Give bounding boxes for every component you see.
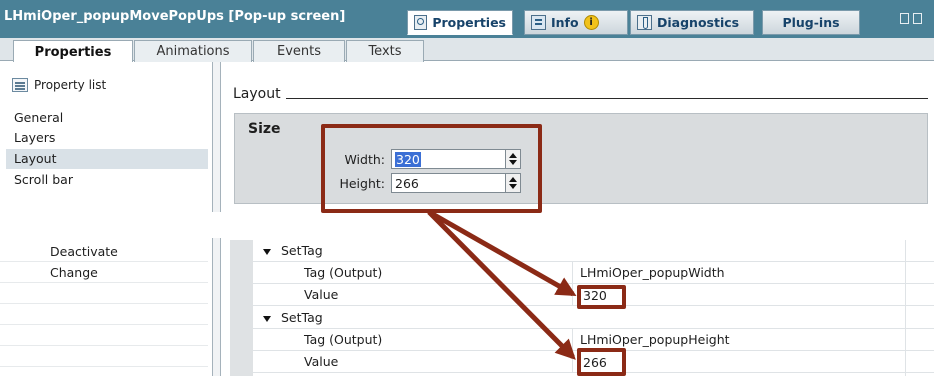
expand-icon[interactable] [263, 315, 271, 322]
properties-icon [414, 15, 428, 30]
event-item-change[interactable]: Change [0, 263, 208, 283]
tab-properties[interactable]: Properties [407, 10, 513, 35]
property-nav: Property list General Layers Layout Scro… [0, 62, 216, 214]
panel-splitter[interactable] [212, 62, 221, 212]
subtab-animations[interactable]: Animations [134, 40, 252, 62]
width-row: Width: 320 [331, 149, 521, 169]
row-header-column [230, 240, 253, 376]
tab-diagnostics[interactable]: Diagnostics [630, 10, 754, 35]
tab-plug-ins[interactable]: Plug-ins [762, 10, 860, 35]
function-row[interactable]: SetTag [253, 240, 934, 262]
param-row[interactable]: Value 266 [253, 351, 934, 373]
section-divider [286, 98, 928, 99]
function-name-cell: SetTag [263, 243, 323, 258]
column-divider [572, 329, 573, 351]
window-controls [900, 13, 934, 27]
function-name: SetTag [281, 310, 323, 325]
column-divider [572, 262, 573, 284]
width-spin-buttons[interactable] [505, 150, 520, 168]
param-row[interactable]: Tag (Output) LHmiOper_popupWidth [253, 262, 934, 284]
diagnostics-icon [637, 15, 652, 30]
param-value[interactable]: LHmiOper_popupWidth [580, 265, 725, 280]
subtab-row: Properties Animations Events Texts [0, 38, 934, 63]
info-badge-icon: i [583, 15, 599, 30]
spin-down-icon[interactable] [509, 184, 517, 189]
expand-icon[interactable] [263, 248, 271, 255]
layout-section-title: Layout [233, 86, 281, 102]
subtab-properties[interactable]: Properties [13, 40, 133, 63]
param-value[interactable]: LHmiOper_popupHeight [580, 332, 730, 347]
param-name: Value [304, 287, 339, 302]
column-divider [572, 351, 573, 373]
width-value: 320 [395, 151, 421, 167]
event-item-empty [0, 305, 208, 325]
tile-icon[interactable] [913, 13, 922, 24]
tab-diagnostics-label: Diagnostics [657, 15, 740, 30]
sidebar-item-layout[interactable]: Layout [6, 149, 208, 169]
param-name: Tag (Output) [304, 332, 383, 347]
title-bar: LHmiOper_popupMovePopUps [Pop-up screen]… [0, 0, 934, 38]
size-group-title: Size [248, 121, 281, 137]
subtab-texts[interactable]: Texts [346, 40, 424, 62]
panel-splitter[interactable] [212, 238, 221, 376]
property-list-button[interactable]: Property list [12, 78, 106, 92]
subtab-events[interactable]: Events [253, 40, 345, 62]
spin-up-icon[interactable] [509, 177, 517, 182]
sidebar-item-scroll-bar[interactable]: Scroll bar [6, 170, 208, 190]
column-divider [572, 284, 573, 306]
tab-plug-ins-label: Plug-ins [782, 15, 840, 30]
restore-icon[interactable] [900, 13, 909, 24]
spin-up-icon[interactable] [509, 153, 517, 158]
width-field[interactable]: 320 [392, 151, 505, 167]
function-name: SetTag [281, 243, 323, 258]
width-spinbox[interactable]: 320 [391, 149, 521, 169]
tab-info-label: Info [551, 15, 579, 30]
height-spin-buttons[interactable] [505, 174, 520, 192]
event-list: Deactivate Change [0, 238, 212, 376]
property-list-icon [12, 78, 28, 92]
tab-info[interactable]: Info i [524, 10, 628, 35]
info-icon [531, 15, 546, 30]
event-item-empty [0, 284, 208, 304]
height-label: Height: [339, 175, 385, 191]
param-row[interactable]: Value 320 [253, 284, 934, 306]
height-spinbox[interactable]: 266 [391, 173, 521, 193]
param-value[interactable]: 266 [583, 355, 607, 370]
height-field[interactable]: 266 [392, 176, 505, 191]
param-value[interactable]: 320 [583, 288, 607, 303]
property-list-label: Property list [34, 78, 107, 92]
event-item-empty [0, 326, 208, 346]
sidebar-item-general[interactable]: General [6, 108, 208, 128]
function-name-cell: SetTag [263, 310, 323, 325]
function-row[interactable]: SetTag [253, 307, 934, 329]
tab-properties-label: Properties [432, 15, 506, 30]
height-row: Height: 266 [331, 173, 521, 193]
width-label: Width: [344, 151, 385, 167]
param-name: Value [304, 354, 339, 369]
event-item-deactivate[interactable]: Deactivate [0, 242, 208, 262]
spin-down-icon[interactable] [509, 160, 517, 165]
window-title: LHmiOper_popupMovePopUps [Pop-up screen] [4, 9, 346, 24]
sidebar-item-layers[interactable]: Layers [6, 128, 208, 148]
event-item-empty [0, 347, 208, 367]
param-name: Tag (Output) [304, 265, 383, 280]
param-row[interactable]: Tag (Output) LHmiOper_popupHeight [253, 329, 934, 351]
